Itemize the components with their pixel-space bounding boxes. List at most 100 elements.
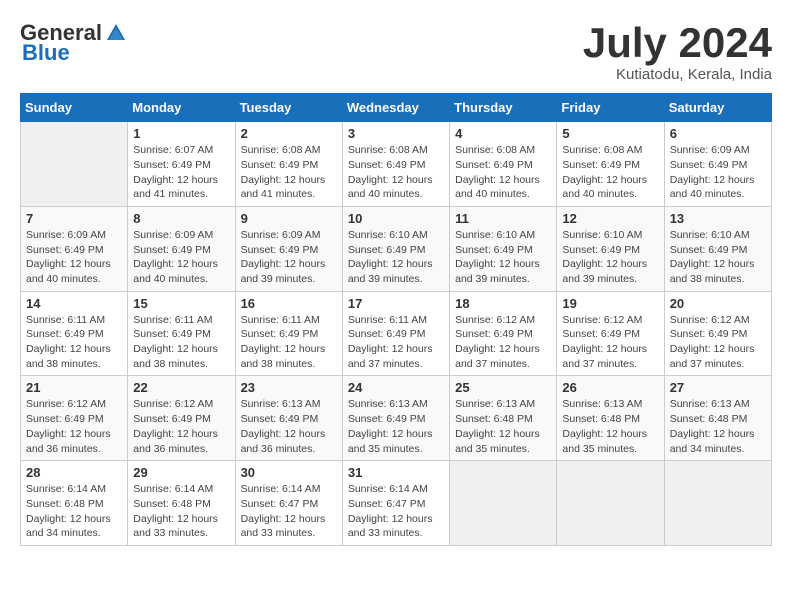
calendar-cell: 17 Sunrise: 6:11 AM Sunset: 6:49 PM Dayli… [342, 291, 449, 376]
day-info: Sunrise: 6:08 AM Sunset: 6:49 PM Dayligh… [348, 143, 444, 202]
day-info: Sunrise: 6:14 AM Sunset: 6:47 PM Dayligh… [348, 482, 444, 541]
calendar-table: SundayMondayTuesdayWednesdayThursdayFrid… [20, 93, 772, 546]
calendar-cell: 4 Sunrise: 6:08 AM Sunset: 6:49 PM Daylig… [450, 122, 557, 207]
logo-icon [105, 22, 127, 44]
day-info: Sunrise: 6:12 AM Sunset: 6:49 PM Dayligh… [455, 313, 551, 372]
calendar-cell: 29Sunrise: 6:14 AM Sunset: 6:48 PM Dayli… [128, 461, 235, 546]
calendar-cell [21, 122, 128, 207]
calendar-cell: 1Sunrise: 6:07 AM Sunset: 6:49 PM Daylig… [128, 122, 235, 207]
day-info: Sunrise: 6:14 AM Sunset: 6:48 PM Dayligh… [133, 482, 229, 541]
day-number: 8 [133, 211, 229, 226]
weekday-header: Wednesday [342, 94, 449, 122]
day-info: Sunrise: 6:10 AM Sunset: 6:49 PM Dayligh… [670, 228, 766, 287]
calendar-cell: 12Sunrise: 6:10 AM Sunset: 6:49 PM Dayli… [557, 206, 664, 291]
day-info: Sunrise: 6:11 AM Sunset: 6:49 PM Dayligh… [241, 313, 337, 372]
weekday-header: Sunday [21, 94, 128, 122]
day-info: Sunrise: 6:10 AM Sunset: 6:49 PM Dayligh… [348, 228, 444, 287]
day-info: Sunrise: 6:10 AM Sunset: 6:49 PM Dayligh… [455, 228, 551, 287]
calendar-cell: 27 Sunrise: 6:13 AM Sunset: 6:48 PM Dayli… [664, 376, 771, 461]
day-number: 24 [348, 380, 444, 395]
day-info: Sunrise: 6:12 AM Sunset: 6:49 PM Dayligh… [133, 397, 229, 456]
calendar-cell: 10 Sunrise: 6:10 AM Sunset: 6:49 PM Dayli… [342, 206, 449, 291]
day-number: 16 [241, 296, 337, 311]
day-number: 13 [670, 211, 766, 226]
day-info: Sunrise: 6:08 AM Sunset: 6:49 PM Dayligh… [241, 143, 337, 202]
logo: General Blue [20, 20, 128, 66]
calendar-cell: 6 Sunrise: 6:09 AM Sunset: 6:49 PM Daylig… [664, 122, 771, 207]
calendar-cell: 15 Sunrise: 6:11 AM Sunset: 6:49 PM Dayli… [128, 291, 235, 376]
day-number: 28 [26, 465, 122, 480]
calendar-cell: 22Sunrise: 6:12 AM Sunset: 6:49 PM Dayli… [128, 376, 235, 461]
day-number: 11 [455, 211, 551, 226]
day-number: 4 [455, 126, 551, 141]
day-info: Sunrise: 6:14 AM Sunset: 6:48 PM Dayligh… [26, 482, 122, 541]
calendar-cell: 11 Sunrise: 6:10 AM Sunset: 6:49 PM Dayli… [450, 206, 557, 291]
day-number: 18 [455, 296, 551, 311]
day-number: 9 [241, 211, 337, 226]
calendar-cell: 5 Sunrise: 6:08 AM Sunset: 6:49 PM Daylig… [557, 122, 664, 207]
day-number: 1 [133, 126, 229, 141]
day-number: 19 [562, 296, 658, 311]
day-info: Sunrise: 6:09 AM Sunset: 6:49 PM Dayligh… [241, 228, 337, 287]
day-number: 23 [241, 380, 337, 395]
day-number: 26 [562, 380, 658, 395]
calendar-cell: 20 Sunrise: 6:12 AM Sunset: 6:49 PM Dayli… [664, 291, 771, 376]
day-number: 6 [670, 126, 766, 141]
calendar-cell: 3 Sunrise: 6:08 AM Sunset: 6:49 PM Daylig… [342, 122, 449, 207]
day-info: Sunrise: 6:14 AM Sunset: 6:47 PM Dayligh… [241, 482, 337, 541]
calendar-cell: 21 Sunrise: 6:12 AM Sunset: 6:49 PM Dayli… [21, 376, 128, 461]
day-info: Sunrise: 6:09 AM Sunset: 6:49 PM Dayligh… [26, 228, 122, 287]
month-title: July 2024 [583, 20, 772, 66]
day-number: 21 [26, 380, 122, 395]
calendar-cell: 31 Sunrise: 6:14 AM Sunset: 6:47 PM Dayli… [342, 461, 449, 546]
day-number: 10 [348, 211, 444, 226]
day-info: Sunrise: 6:12 AM Sunset: 6:49 PM Dayligh… [562, 313, 658, 372]
day-number: 5 [562, 126, 658, 141]
day-info: Sunrise: 6:11 AM Sunset: 6:49 PM Dayligh… [133, 313, 229, 372]
day-number: 15 [133, 296, 229, 311]
day-number: 27 [670, 380, 766, 395]
calendar-cell: 23Sunrise: 6:13 AM Sunset: 6:49 PM Dayli… [235, 376, 342, 461]
day-info: Sunrise: 6:12 AM Sunset: 6:49 PM Dayligh… [26, 397, 122, 456]
calendar-cell: 19 Sunrise: 6:12 AM Sunset: 6:49 PM Dayli… [557, 291, 664, 376]
day-info: Sunrise: 6:09 AM Sunset: 6:49 PM Dayligh… [133, 228, 229, 287]
day-info: Sunrise: 6:12 AM Sunset: 6:49 PM Dayligh… [670, 313, 766, 372]
day-number: 31 [348, 465, 444, 480]
weekday-header: Thursday [450, 94, 557, 122]
calendar-cell: 2Sunrise: 6:08 AM Sunset: 6:49 PM Daylig… [235, 122, 342, 207]
location: Kutiatodu, Kerala, India [583, 66, 772, 83]
day-info: Sunrise: 6:13 AM Sunset: 6:48 PM Dayligh… [455, 397, 551, 456]
day-number: 25 [455, 380, 551, 395]
day-info: Sunrise: 6:09 AM Sunset: 6:49 PM Dayligh… [670, 143, 766, 202]
day-info: Sunrise: 6:08 AM Sunset: 6:49 PM Dayligh… [562, 143, 658, 202]
day-number: 17 [348, 296, 444, 311]
calendar-cell: 18 Sunrise: 6:12 AM Sunset: 6:49 PM Dayli… [450, 291, 557, 376]
weekday-header: Monday [128, 94, 235, 122]
day-info: Sunrise: 6:13 AM Sunset: 6:48 PM Dayligh… [562, 397, 658, 456]
calendar-cell: 25 Sunrise: 6:13 AM Sunset: 6:48 PM Dayli… [450, 376, 557, 461]
calendar-cell: 16 Sunrise: 6:11 AM Sunset: 6:49 PM Dayli… [235, 291, 342, 376]
calendar-cell: 28 Sunrise: 6:14 AM Sunset: 6:48 PM Dayli… [21, 461, 128, 546]
day-info: Sunrise: 6:13 AM Sunset: 6:48 PM Dayligh… [670, 397, 766, 456]
calendar-cell: 7Sunrise: 6:09 AM Sunset: 6:49 PM Daylig… [21, 206, 128, 291]
calendar-cell: 8 Sunrise: 6:09 AM Sunset: 6:49 PM Daylig… [128, 206, 235, 291]
weekday-header: Saturday [664, 94, 771, 122]
calendar-cell: 24 Sunrise: 6:13 AM Sunset: 6:49 PM Dayli… [342, 376, 449, 461]
calendar-cell: 30 Sunrise: 6:14 AM Sunset: 6:47 PM Dayli… [235, 461, 342, 546]
calendar-cell [664, 461, 771, 546]
calendar-cell [450, 461, 557, 546]
day-info: Sunrise: 6:08 AM Sunset: 6:49 PM Dayligh… [455, 143, 551, 202]
day-number: 30 [241, 465, 337, 480]
weekday-header: Tuesday [235, 94, 342, 122]
day-number: 14 [26, 296, 122, 311]
logo-blue: Blue [22, 40, 70, 66]
calendar-cell: 14 Sunrise: 6:11 AM Sunset: 6:49 PM Dayli… [21, 291, 128, 376]
day-number: 20 [670, 296, 766, 311]
day-number: 3 [348, 126, 444, 141]
page-header: General Blue July 2024 Kutiatodu, Kerala… [20, 20, 772, 83]
day-info: Sunrise: 6:13 AM Sunset: 6:49 PM Dayligh… [348, 397, 444, 456]
day-info: Sunrise: 6:11 AM Sunset: 6:49 PM Dayligh… [26, 313, 122, 372]
day-info: Sunrise: 6:11 AM Sunset: 6:49 PM Dayligh… [348, 313, 444, 372]
weekday-header: Friday [557, 94, 664, 122]
calendar-cell [557, 461, 664, 546]
